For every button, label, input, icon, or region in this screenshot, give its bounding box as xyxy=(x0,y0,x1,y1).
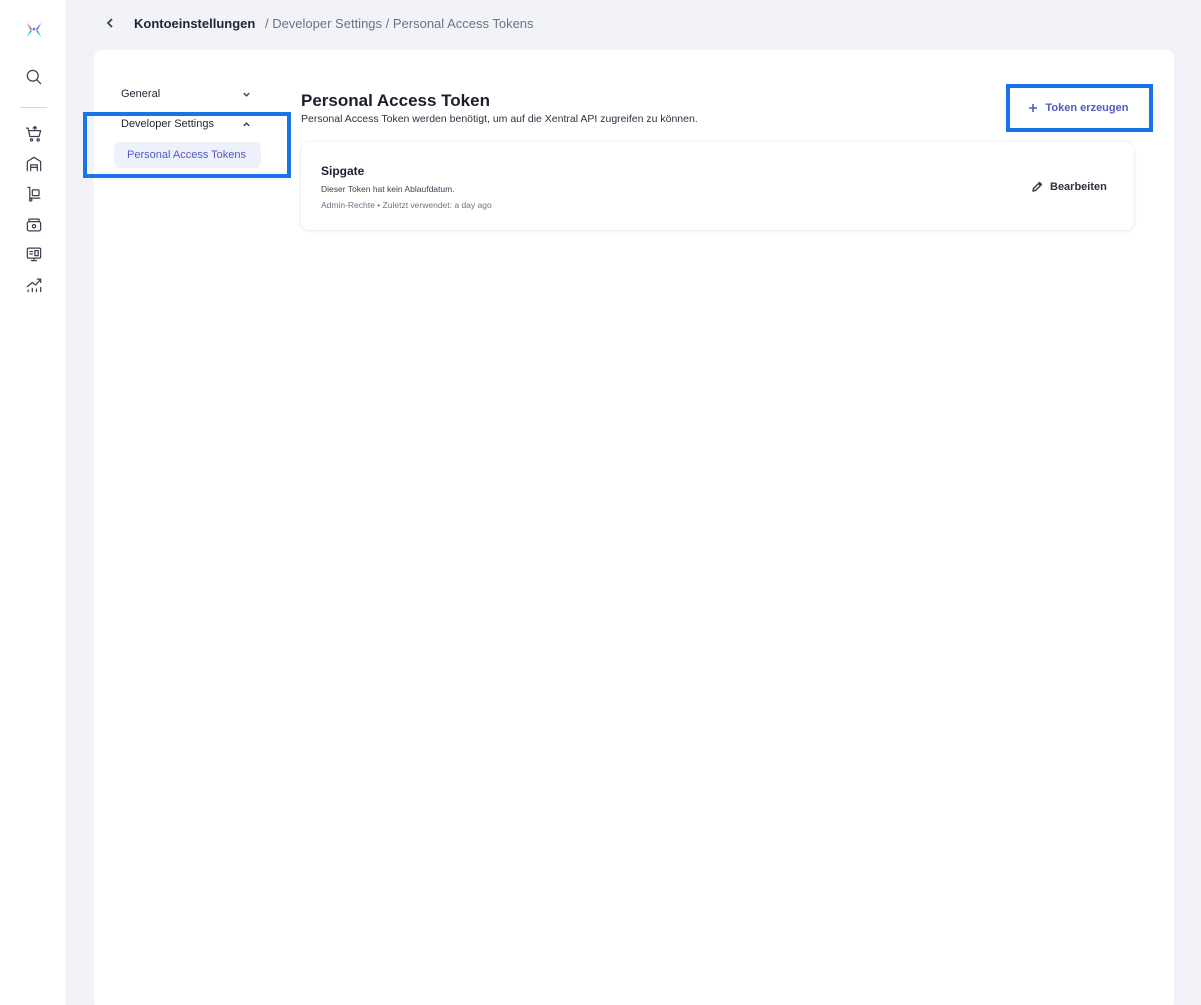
chevron-left-icon xyxy=(106,18,113,28)
app-rail xyxy=(0,0,67,1005)
breadcrumb-bar: Kontoeinstellungen / Developer Settings … xyxy=(67,0,1201,48)
nav-group-general[interactable]: General xyxy=(121,84,251,104)
app-root: Kontoeinstellungen / Developer Settings … xyxy=(0,0,1201,1005)
cash-register-icon[interactable] xyxy=(22,213,46,237)
xentral-logo-icon[interactable] xyxy=(22,18,46,42)
token-card: Sipgate Dieser Token hat kein Ablaufdatu… xyxy=(301,142,1134,230)
edit-token-button[interactable]: Bearbeiten xyxy=(1031,178,1107,196)
chart-icon[interactable] xyxy=(22,273,46,297)
back-button[interactable] xyxy=(99,12,121,34)
nav-group-label: General xyxy=(121,88,161,100)
token-name: Sipgate xyxy=(321,164,365,178)
warehouse-icon[interactable] xyxy=(22,152,46,176)
search-icon[interactable] xyxy=(22,65,46,89)
settings-card: General Developer Settings Personal Acce… xyxy=(83,50,1174,1005)
token-meta: Admin-Rechte • Zuletzt verwendet: a day … xyxy=(321,200,492,210)
pencil-icon xyxy=(1032,181,1043,192)
token-expiry: Dieser Token hat kein Ablaufdatum. xyxy=(321,184,455,194)
edit-token-label: Bearbeiten xyxy=(1050,181,1107,193)
nav-group-developer-settings[interactable]: Developer Settings xyxy=(121,114,251,134)
plus-icon xyxy=(1028,104,1037,112)
pos-terminal-icon[interactable] xyxy=(22,242,46,266)
breadcrumb-path: / Developer Settings / Personal Access T… xyxy=(264,16,534,31)
rail-divider xyxy=(20,107,47,108)
nav-group-label: Developer Settings xyxy=(121,118,214,130)
trolley-icon[interactable] xyxy=(22,182,46,206)
breadcrumb-root[interactable]: Kontoeinstellungen xyxy=(134,16,255,31)
cart-icon[interactable] xyxy=(22,122,46,146)
nav-item-personal-access-tokens[interactable]: Personal Access Tokens xyxy=(114,142,261,168)
chevron-down-icon xyxy=(243,92,250,97)
create-token-label: Token erzeugen xyxy=(1045,102,1129,114)
chevron-up-icon xyxy=(243,121,250,126)
breadcrumb: Kontoeinstellungen / Developer Settings … xyxy=(134,16,534,31)
create-token-button[interactable]: Token erzeugen xyxy=(1010,88,1146,128)
